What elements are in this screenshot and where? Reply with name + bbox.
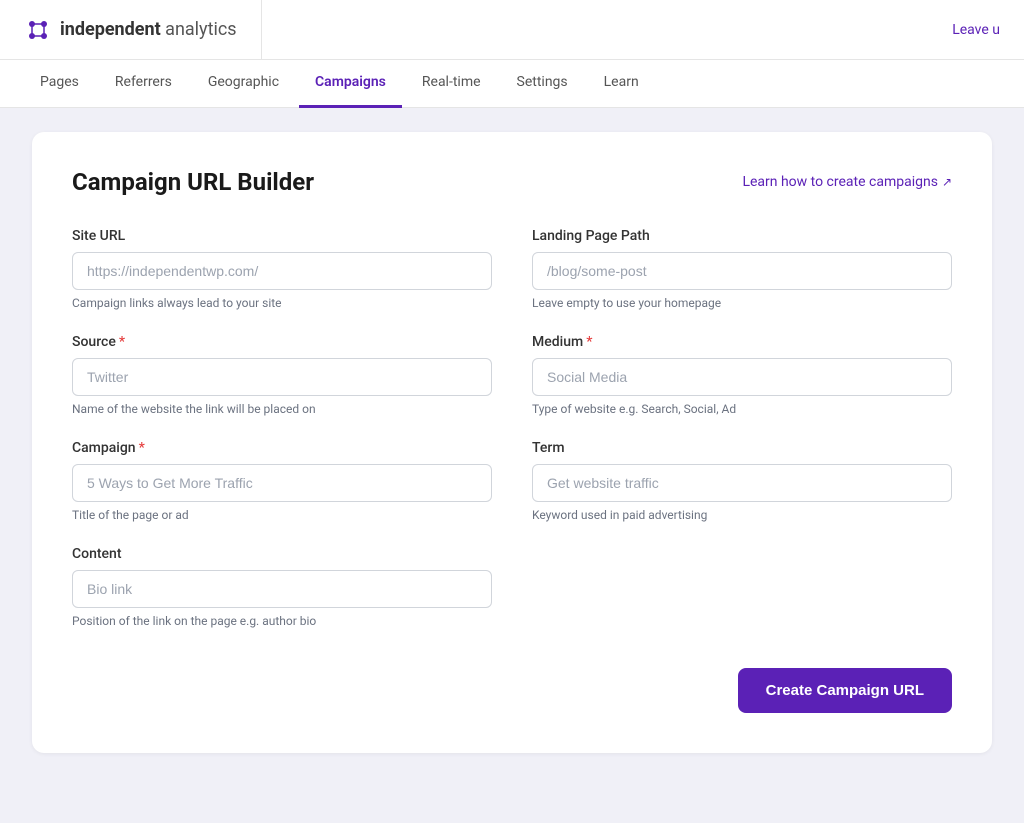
nav-campaigns[interactable]: Campaigns xyxy=(299,60,402,108)
source-input[interactable] xyxy=(72,358,492,396)
source-required: * xyxy=(119,334,125,350)
nav-referrers[interactable]: Referrers xyxy=(99,60,188,108)
site-url-group: Site URL Campaign links always lead to y… xyxy=(72,228,492,310)
nav-geographic[interactable]: Geographic xyxy=(192,60,295,108)
page-title: Campaign URL Builder xyxy=(72,168,314,196)
medium-group: Medium * Type of website e.g. Search, So… xyxy=(532,334,952,416)
site-url-input[interactable] xyxy=(72,252,492,290)
leave-link[interactable]: Leave u xyxy=(952,22,1000,38)
campaign-input[interactable] xyxy=(72,464,492,502)
campaign-label: Campaign * xyxy=(72,440,492,456)
source-hint: Name of the website the link will be pla… xyxy=(72,402,492,416)
medium-label: Medium * xyxy=(532,334,952,350)
campaign-hint: Title of the page or ad xyxy=(72,508,492,522)
landing-page-path-input[interactable] xyxy=(532,252,952,290)
campaign-required: * xyxy=(139,440,145,456)
content-input[interactable] xyxy=(72,570,492,608)
medium-hint: Type of website e.g. Search, Social, Ad xyxy=(532,402,952,416)
logo: independent analytics xyxy=(24,0,262,59)
nav-settings[interactable]: Settings xyxy=(501,60,584,108)
create-campaign-url-button[interactable]: Create Campaign URL xyxy=(738,668,952,713)
nav-pages[interactable]: Pages xyxy=(24,60,95,108)
term-group: Term Keyword used in paid advertising xyxy=(532,440,952,522)
medium-required: * xyxy=(586,334,592,350)
campaign-url-builder-card: Campaign URL Builder Learn how to create… xyxy=(32,132,992,753)
header: independent analytics Leave u xyxy=(0,0,1024,60)
card-header: Campaign URL Builder Learn how to create… xyxy=(72,168,952,196)
term-input[interactable] xyxy=(532,464,952,502)
term-label: Term xyxy=(532,440,952,456)
source-group: Source * Name of the website the link wi… xyxy=(72,334,492,416)
term-hint: Keyword used in paid advertising xyxy=(532,508,952,522)
button-row: Create Campaign URL xyxy=(72,668,952,713)
logo-name: independent analytics xyxy=(60,19,237,40)
campaign-group: Campaign * Title of the page or ad xyxy=(72,440,492,522)
nav-learn[interactable]: Learn xyxy=(588,60,655,108)
content-label: Content xyxy=(72,546,492,562)
medium-input[interactable] xyxy=(532,358,952,396)
main-content: Campaign URL Builder Learn how to create… xyxy=(0,108,1024,777)
logo-icon xyxy=(24,16,52,44)
site-url-label: Site URL xyxy=(72,228,492,244)
landing-page-path-label: Landing Page Path xyxy=(532,228,952,244)
site-url-hint: Campaign links always lead to your site xyxy=(72,296,492,310)
nav-realtime[interactable]: Real-time xyxy=(406,60,497,108)
content-hint: Position of the link on the page e.g. au… xyxy=(72,614,492,628)
external-link-icon: ↗ xyxy=(942,175,952,189)
landing-page-path-group: Landing Page Path Leave empty to use you… xyxy=(532,228,952,310)
source-label: Source * xyxy=(72,334,492,350)
form-grid: Site URL Campaign links always lead to y… xyxy=(72,228,952,652)
main-nav: Pages Referrers Geographic Campaigns Rea… xyxy=(0,60,1024,108)
content-group: Content Position of the link on the page… xyxy=(72,546,492,628)
landing-page-path-hint: Leave empty to use your homepage xyxy=(532,296,952,310)
learn-campaigns-link[interactable]: Learn how to create campaigns ↗ xyxy=(742,174,952,190)
